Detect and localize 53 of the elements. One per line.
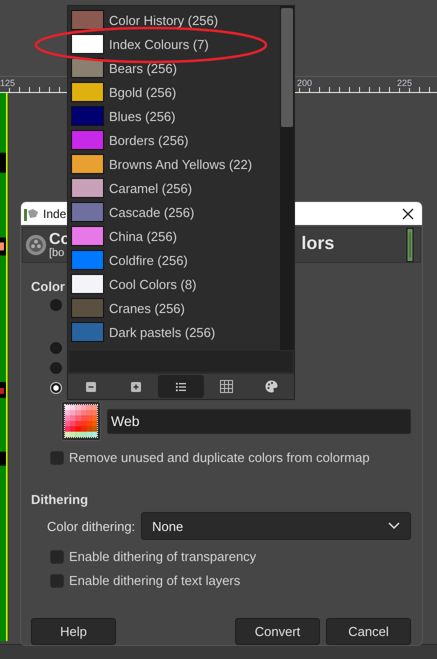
palette-list-item[interactable]: Bears (256)	[71, 56, 280, 80]
scrollbar[interactable]	[280, 6, 294, 350]
palette-list-item[interactable]: Cascade (256)	[71, 200, 280, 224]
dialog-button[interactable]: Convert	[235, 618, 320, 645]
palette-list-item[interactable]: Dark pastels (256)	[71, 320, 280, 344]
radio-button[interactable]	[50, 382, 62, 394]
ruler-label: 125	[0, 78, 16, 88]
chevron-icon	[388, 522, 400, 530]
checkbox[interactable]	[50, 574, 64, 588]
dialog-heading: lors	[301, 232, 334, 254]
palette-icon	[264, 380, 278, 393]
dialog-button[interactable]: Cancel	[326, 618, 411, 645]
palette-list-item[interactable]: Borders (256)	[71, 128, 280, 152]
section-heading: Color	[31, 279, 65, 295]
palette-button[interactable]	[61, 401, 101, 441]
grid-icon	[220, 380, 233, 393]
checkbox-label: Enable dithering of text layers	[69, 572, 240, 589]
palette-list-item[interactable]: China (256)	[71, 224, 280, 248]
palette-list-item[interactable]: Blues (256)	[71, 104, 280, 128]
palette-preview-icon	[65, 405, 97, 437]
reel-icon	[25, 234, 47, 256]
image-thumbnail	[406, 228, 414, 262]
palette-name-field[interactable]: Web	[107, 408, 411, 434]
list-icon	[176, 382, 186, 392]
ruler-label: 200	[297, 78, 314, 88]
radio-button[interactable]	[50, 299, 62, 311]
palette-list-item[interactable]: Color History (256)	[71, 8, 280, 32]
radio-button[interactable]	[50, 362, 62, 374]
radio-button[interactable]	[50, 342, 62, 354]
checkbox[interactable]	[50, 450, 64, 464]
field-label: Color dithering:	[47, 518, 136, 534]
checkbox-label: Enable dithering of transparency	[69, 548, 256, 565]
scrollbar-thumb[interactable]	[281, 8, 293, 127]
toolbar-button[interactable]	[158, 375, 204, 398]
palette-list-item[interactable]: Bgold (256)	[71, 80, 280, 104]
window-title: Inde	[43, 206, 66, 220]
section-heading: Dithering	[31, 492, 88, 508]
palette-list-item[interactable]: Index Colours (7)	[71, 32, 280, 56]
checkbox-label: Remove unused and duplicate colors from colormap	[69, 449, 370, 466]
minus-icon	[86, 382, 96, 392]
plus-icon	[130, 382, 141, 392]
palette-list-item[interactable]: Cranes (256)	[71, 296, 280, 320]
dialog-button[interactable]: Help	[31, 618, 116, 645]
palette-list-item[interactable]: Caramel (256)	[71, 176, 280, 200]
wilber-icon	[24, 206, 40, 220]
palette-list-item[interactable]: Browns And Yellows (22)	[71, 152, 280, 176]
checkbox[interactable]	[50, 550, 64, 564]
palette-list-item[interactable]: Coldfire (256)	[71, 248, 280, 272]
close-icon[interactable]	[402, 208, 414, 220]
dithering-dropdown[interactable]: None	[141, 512, 411, 540]
ruler-label: 225	[397, 78, 414, 88]
dialog-subtitle: [bo	[49, 248, 66, 258]
palette-list-item[interactable]: Cool Colors (8)	[71, 272, 280, 296]
